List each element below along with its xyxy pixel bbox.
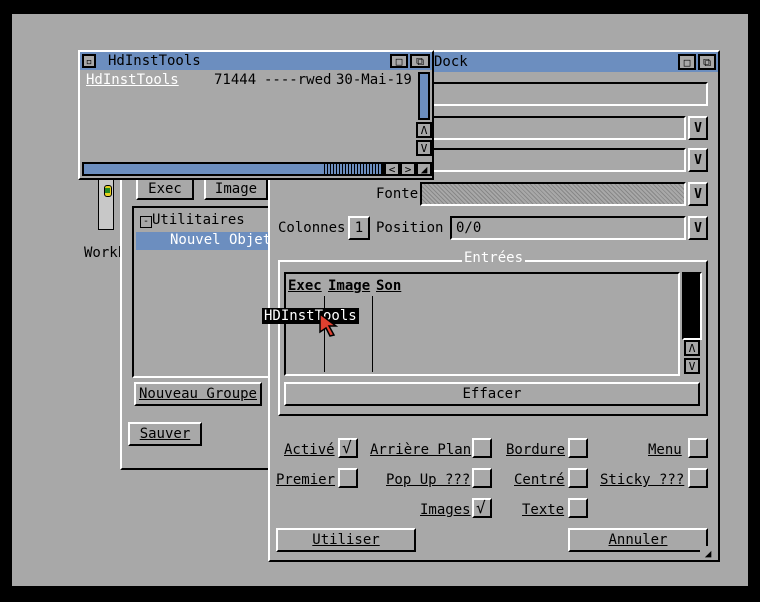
column-header-image[interactable]: Image — [328, 278, 370, 294]
new-group-button[interactable]: Nouveau Groupe — [134, 382, 262, 406]
cancel-button[interactable]: Annuler — [568, 528, 708, 552]
list-window-title: HdInstTools — [108, 53, 201, 69]
resize-icon[interactable]: ◢ — [700, 546, 716, 560]
name-field[interactable] — [430, 82, 708, 106]
entries-scrollbar[interactable] — [682, 272, 702, 340]
scroll-right-icon[interactable]: > — [400, 162, 416, 176]
file-list[interactable]: HdInstTools 71444 ----rwed 30-Mai-19 — [80, 70, 416, 162]
scroll-down-icon[interactable]: V — [416, 140, 432, 156]
file-date: 30-Mai-19 — [336, 72, 412, 88]
zoom-icon[interactable]: □ — [390, 54, 408, 68]
entries-group-label: Entrées — [462, 250, 526, 266]
scroll-up-icon[interactable]: Λ — [684, 340, 700, 356]
entries-group: Entrées Exec Image Son Λ V Effacer — [278, 250, 708, 416]
column-header-son[interactable]: Son — [376, 278, 401, 294]
file-row[interactable]: HdInstTools 71444 ----rwed 30-Mai-19 — [84, 72, 414, 90]
list-window: ▫ HdInstTools □ ⧉ HdInstTools 71444 ----… — [78, 50, 434, 180]
tree-item-nouvel-objet[interactable]: Nouvel Objet — [136, 232, 280, 250]
use-button[interactable]: Utiliser — [276, 528, 416, 552]
tree-list[interactable]: - Utilitaires Nouvel Objet — [132, 206, 280, 378]
scroll-up-icon[interactable]: Λ — [416, 122, 432, 138]
checkbox-box[interactable] — [338, 468, 358, 488]
horizontal-scrollbar[interactable] — [82, 162, 384, 176]
list-titlebar[interactable]: ▫ HdInstTools □ ⧉ — [80, 52, 432, 70]
font-label: Fonte — [376, 186, 419, 202]
cycle-icon[interactable]: V — [688, 148, 708, 172]
file-flags: ----rwed — [264, 72, 332, 88]
resize-icon[interactable]: ◢ — [416, 162, 432, 176]
position-field[interactable]: 0/0 — [450, 216, 686, 240]
checkbox-box[interactable] — [568, 438, 588, 458]
position-label: Position — [376, 220, 444, 236]
zoom-icon[interactable]: □ — [678, 54, 696, 70]
checkbox-box[interactable] — [568, 468, 588, 488]
workbench-screen: Workb Exec Image - Utilitaires Nouvel Obj… — [12, 14, 748, 586]
columns-value[interactable]: 1 — [348, 216, 370, 240]
dragged-entry[interactable]: HDInstTools — [262, 308, 359, 324]
clear-button[interactable]: Effacer — [284, 382, 700, 406]
close-icon[interactable]: ▫ — [82, 54, 96, 68]
tab-exec[interactable]: Exec — [136, 178, 194, 200]
checkbox-box[interactable]: √ — [338, 438, 358, 458]
cycle-icon[interactable]: V — [688, 182, 708, 206]
file-size: 71444 — [214, 72, 257, 88]
cycle-field-1[interactable] — [430, 116, 686, 140]
dock-title: Dock — [434, 54, 468, 70]
scroll-left-icon[interactable]: < — [384, 162, 400, 176]
checkbox-box[interactable]: √ — [472, 498, 492, 518]
depth-icon[interactable]: ⧉ — [410, 54, 430, 68]
columns-label: Colonnes — [278, 220, 346, 236]
checkbox-box[interactable] — [688, 438, 708, 458]
tab-image[interactable]: Image — [204, 178, 268, 200]
checkbox-box[interactable] — [688, 468, 708, 488]
workbench-disk-icon[interactable] — [96, 176, 118, 234]
editor-window: Exec Image - Utilitaires Nouvel Objet Nou… — [120, 166, 280, 470]
tree-group-utilitaires[interactable]: - Utilitaires — [140, 212, 245, 228]
checkbox-box[interactable] — [472, 438, 492, 458]
entries-list[interactable]: Exec Image Son — [284, 272, 680, 376]
mouse-pointer-icon — [318, 312, 340, 338]
cycle-icon[interactable]: V — [688, 216, 708, 240]
cycle-field-2[interactable] — [430, 148, 686, 172]
column-header-exec[interactable]: Exec — [288, 278, 322, 294]
checkbox-box[interactable] — [568, 498, 588, 518]
scroll-down-icon[interactable]: V — [684, 358, 700, 374]
drawer-icon — [98, 178, 114, 230]
font-field[interactable] — [420, 182, 686, 206]
depth-icon[interactable]: ⧉ — [698, 54, 716, 70]
cycle-icon[interactable]: V — [688, 116, 708, 140]
vertical-scrollbar[interactable] — [418, 72, 430, 120]
file-name: HdInstTools — [86, 72, 179, 88]
column-divider — [372, 296, 373, 372]
save-button[interactable]: Sauver — [128, 422, 202, 446]
checkbox-box[interactable] — [472, 468, 492, 488]
collapse-icon[interactable]: - — [140, 216, 152, 228]
